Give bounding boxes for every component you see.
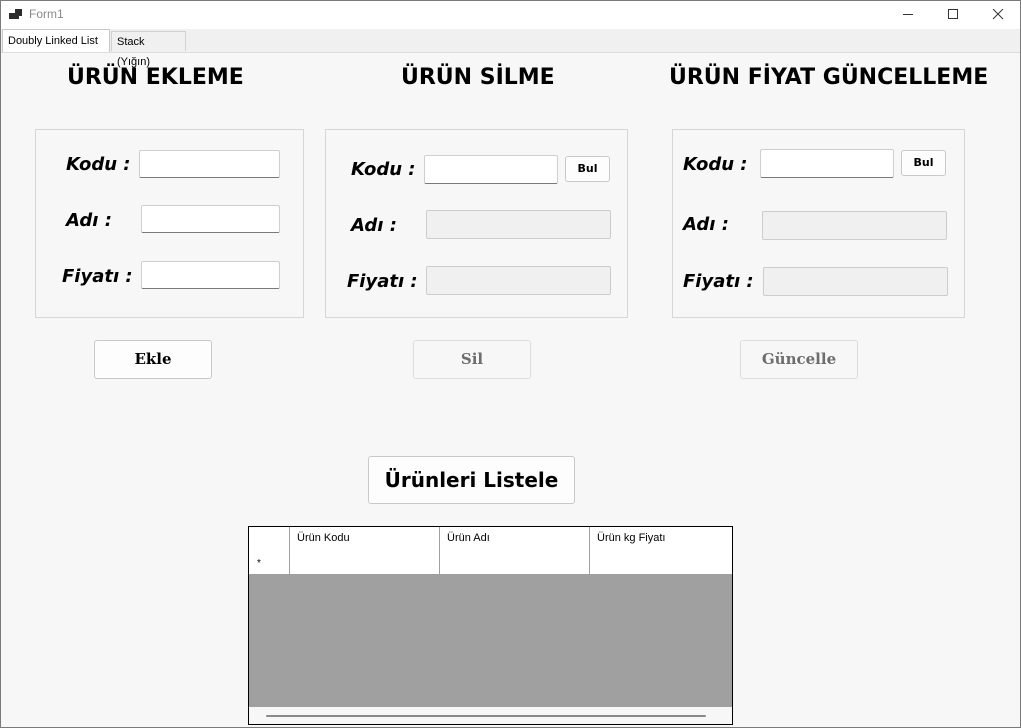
grid-cell-name[interactable] <box>440 550 590 574</box>
grid-corner-cell <box>249 527 290 550</box>
column-header-code[interactable]: Ürün Kodu <box>290 527 440 550</box>
update-section-title: ÜRÜN FİYAT GÜNCELLEME <box>669 65 989 90</box>
add-code-input[interactable] <box>139 150 280 178</box>
column-header-name[interactable]: Ürün Adı <box>440 527 590 550</box>
delete-find-button[interactable]: Bul <box>565 156 610 182</box>
close-icon <box>992 9 1004 20</box>
delete-code-input[interactable] <box>424 155 558 184</box>
grid-cell-code[interactable] <box>290 550 440 574</box>
scrollbar-thumb[interactable] <box>266 715 706 717</box>
grid-new-row[interactable]: * <box>249 550 732 575</box>
add-section-title: ÜRÜN EKLEME <box>67 65 244 90</box>
column-header-price[interactable]: Ürün kg Fiyatı <box>590 527 732 550</box>
tab-strip: Doubly Linked List Stack (Yığın) <box>1 29 1020 68</box>
add-price-input[interactable] <box>141 261 280 289</box>
delete-code-label: Kodu : <box>351 159 416 180</box>
update-code-label: Kodu : <box>683 154 748 175</box>
delete-name-label: Adı : <box>351 215 397 236</box>
minimize-icon <box>903 14 913 15</box>
add-name-input[interactable] <box>141 205 280 233</box>
add-code-label: Kodu : <box>66 154 131 175</box>
delete-price-field <box>426 266 611 295</box>
grid-header: Ürün Kodu Ürün Adı Ürün kg Fiyatı <box>249 527 732 551</box>
delete-name-field <box>426 210 611 239</box>
add-name-label: Adı : <box>66 210 112 231</box>
new-row-marker: * <box>249 550 290 574</box>
add-button[interactable]: Ekle <box>94 340 212 379</box>
window-title: Form1 <box>29 7 64 21</box>
maximize-icon <box>948 9 958 19</box>
horizontal-scrollbar[interactable] <box>249 707 732 724</box>
update-button[interactable]: Güncelle <box>740 340 858 379</box>
grid-cell-price[interactable] <box>590 550 732 574</box>
minimize-button[interactable] <box>885 1 931 29</box>
delete-button[interactable]: Sil <box>413 340 531 379</box>
add-price-label: Fiyatı : <box>62 266 133 287</box>
update-price-field <box>763 267 948 296</box>
delete-section-title: ÜRÜN SİLME <box>401 65 555 90</box>
update-code-input[interactable] <box>760 149 894 178</box>
update-name-field <box>762 211 947 240</box>
list-products-button[interactable]: Ürünleri Listele <box>368 456 575 504</box>
delete-price-label: Fiyatı : <box>347 271 418 292</box>
tab-doubly-linked-list[interactable]: Doubly Linked List <box>2 29 110 52</box>
title-bar: Form1 <box>1 1 1020 29</box>
main-window: Form1 Doubly Linked List Stack (Yığın) Ü… <box>0 0 1021 728</box>
update-find-button[interactable]: Bul <box>901 150 946 176</box>
maximize-button[interactable] <box>930 1 976 29</box>
update-name-label: Adı : <box>683 214 729 235</box>
products-grid[interactable]: Ürün Kodu Ürün Adı Ürün kg Fiyatı * <box>248 526 733 725</box>
close-button[interactable] <box>975 1 1021 29</box>
update-price-label: Fiyatı : <box>683 271 754 292</box>
tab-stack[interactable]: Stack (Yığın) <box>111 31 186 68</box>
app-icon <box>9 9 23 21</box>
